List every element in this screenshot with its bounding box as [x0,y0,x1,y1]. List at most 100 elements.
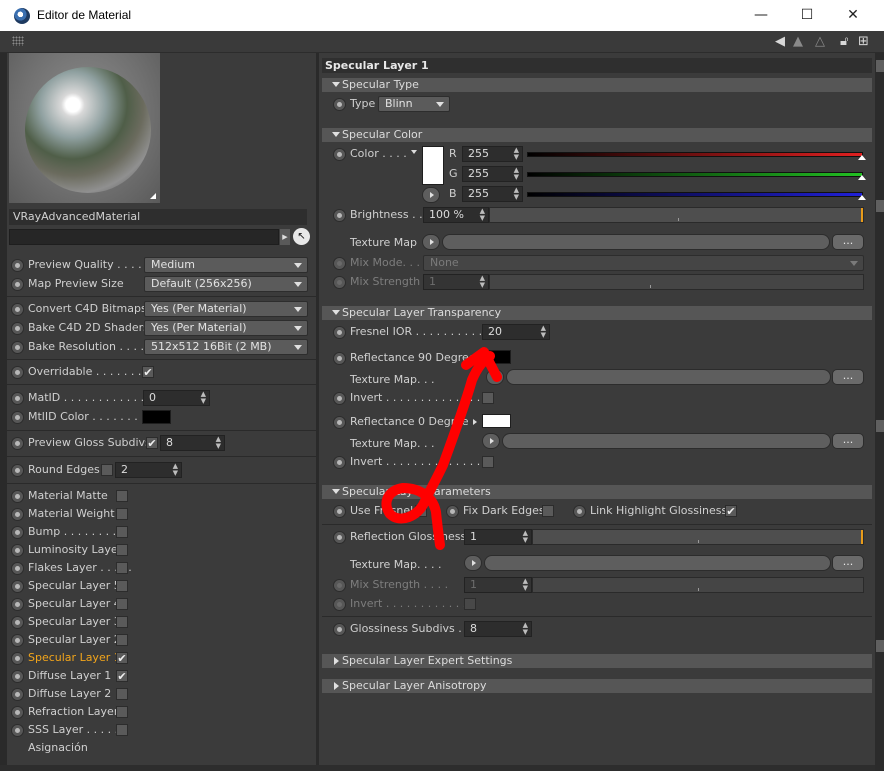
g-field[interactable]: 255 ▲ ▼ [462,166,523,182]
layer-checkbox[interactable]: ✔ [116,670,128,682]
lock-icon[interactable]: 🔓︎ [840,33,848,50]
layer-checkbox[interactable] [116,634,128,646]
spinner-icon[interactable]: ▲ ▼ [514,167,519,181]
fix-dark-edges-checkbox[interactable] [542,505,554,517]
link-highlight-checkbox[interactable]: ✔ [725,505,737,517]
fresnel-ior-field[interactable]: 20 ▲ ▼ [482,324,550,340]
texture-map-browse-button[interactable]: ... [832,369,864,385]
glossiness-subdivs-field[interactable]: 8 ▲ ▼ [464,621,532,637]
use-fresnel-checkbox[interactable]: ✔ [415,505,427,517]
expand-icon[interactable] [473,419,477,425]
mtlid-color-swatch[interactable] [142,410,171,424]
layer-radio[interactable] [11,688,24,701]
invert-radio[interactable] [333,456,346,469]
mix-strength-field[interactable]: 1 ▲ ▼ [464,577,532,593]
invert-checkbox[interactable] [464,598,476,610]
reflection-glossiness-field[interactable]: 1 ▲ ▼ [464,529,532,545]
bake-shaders-radio[interactable] [11,322,24,335]
overridable-radio[interactable] [11,366,24,379]
link-highlight-radio[interactable] [573,505,586,518]
invert-checkbox[interactable] [482,392,494,404]
reflectance-90-radio[interactable] [333,352,346,365]
layer-checkbox[interactable] [116,706,128,718]
layer-checkbox[interactable] [116,544,128,556]
brightness-radio[interactable] [333,209,346,222]
brightness-field[interactable]: 100 % ▲ ▼ [423,207,489,223]
spinner-icon[interactable]: ▲ ▼ [173,463,178,477]
color-expand-icon[interactable] [411,150,417,154]
forward-arrow-icon[interactable]: ▲ [793,33,803,50]
fix-dark-edges-radio[interactable] [446,505,459,518]
spinner-icon[interactable]: ▲ ▼ [523,530,528,544]
texture-map-menu-button[interactable] [422,234,440,250]
section-specular-color[interactable]: Specular Color [322,128,872,142]
layer-checkbox[interactable] [116,616,128,628]
convert-bitmaps-radio[interactable] [11,303,24,316]
fresnel-ior-radio[interactable] [333,326,346,339]
overridable-checkbox[interactable]: ✔ [142,366,154,378]
matid-field[interactable]: 0 ▲ ▼ [143,390,210,406]
new-window-icon[interactable]: ⊞ [858,33,869,50]
maximize-button[interactable]: ☐ [784,0,830,31]
spinner-icon[interactable]: ▲ ▼ [201,391,206,405]
up-arrow-icon[interactable]: △ [815,33,825,50]
texture-map-slot[interactable] [506,369,831,385]
bake-resolution-dropdown[interactable]: 512x512 16Bit (2 MB) [144,339,308,355]
texture-map-browse-button[interactable]: ... [832,555,864,571]
material-arrow-button[interactable]: ▶ [280,229,290,245]
layer-radio[interactable] [11,652,24,665]
section-specular-anisotropy[interactable]: Specular Layer Anisotropy [322,679,872,693]
layer-radio[interactable] [11,634,24,647]
use-fresnel-radio[interactable] [333,505,346,518]
glossiness-subdivs-radio[interactable] [333,623,346,636]
texture-map-slot[interactable] [484,555,831,571]
round-edges-field[interactable]: 2 ▲ ▼ [115,462,182,478]
layer-checkbox[interactable] [116,508,128,520]
mix-strength-slider[interactable] [489,274,864,290]
reflection-glossiness-slider[interactable] [532,529,864,545]
texture-map-slot[interactable] [502,433,831,449]
layer-radio[interactable] [11,724,24,737]
convert-bitmaps-dropdown[interactable]: Yes (Per Material) [144,301,308,317]
section-specular-parameters[interactable]: Specular Layer Parameters [322,485,872,499]
material-name-field[interactable]: VRayAdvancedMaterial [9,209,307,225]
mix-strength-slider[interactable] [532,577,864,593]
mix-strength-radio[interactable] [333,579,346,592]
specular-color-swatch[interactable] [422,146,444,185]
layer-radio[interactable] [11,670,24,683]
picker-icon[interactable]: ↖ [293,228,310,245]
spinner-icon[interactable]: ▲ ▼ [514,187,519,201]
slider-knob-icon[interactable] [858,155,866,160]
brightness-slider[interactable] [489,207,864,223]
section-specular-expert[interactable]: Specular Layer Expert Settings [322,654,872,668]
minimize-button[interactable]: — [738,0,784,31]
spinner-icon[interactable]: ▲ ▼ [216,436,221,450]
mix-strength-field[interactable]: 1 ▲ ▼ [423,274,489,290]
layer-radio[interactable] [11,526,24,539]
texture-map-menu-button[interactable] [482,433,500,449]
layer-checkbox[interactable] [116,562,128,574]
red-channel-slider[interactable] [527,152,866,160]
map-preview-size-dropdown[interactable]: Default (256x256) [144,276,308,292]
spinner-icon[interactable]: ▲ ▼ [514,147,519,161]
grip-icon[interactable] [12,36,24,46]
material-preview[interactable] [9,53,160,203]
spinner-icon[interactable]: ▲ ▼ [480,275,485,289]
layer-radio[interactable] [11,616,24,629]
spinner-icon[interactable]: ▲ ▼ [480,208,485,222]
round-edges-checkbox[interactable] [101,464,113,476]
map-preview-size-radio[interactable] [11,278,24,291]
preview-gloss-subdivs-checkbox[interactable]: ✔ [146,437,158,449]
preview-gloss-subdivs-radio[interactable] [11,437,24,450]
texture-map-browse-button[interactable]: ... [832,234,864,250]
mix-mode-radio[interactable] [333,257,346,270]
slider-knob-icon[interactable] [858,195,866,200]
matid-radio[interactable] [11,392,24,405]
color-menu-button[interactable] [422,187,440,203]
layer-checkbox[interactable] [116,724,128,736]
layer-radio[interactable] [11,562,24,575]
section-specular-transparency[interactable]: Specular Layer Transparency [322,306,872,320]
layer-checkbox[interactable] [116,526,128,538]
reflectance-90-swatch[interactable] [482,350,511,364]
mtlid-color-radio[interactable] [11,411,24,424]
